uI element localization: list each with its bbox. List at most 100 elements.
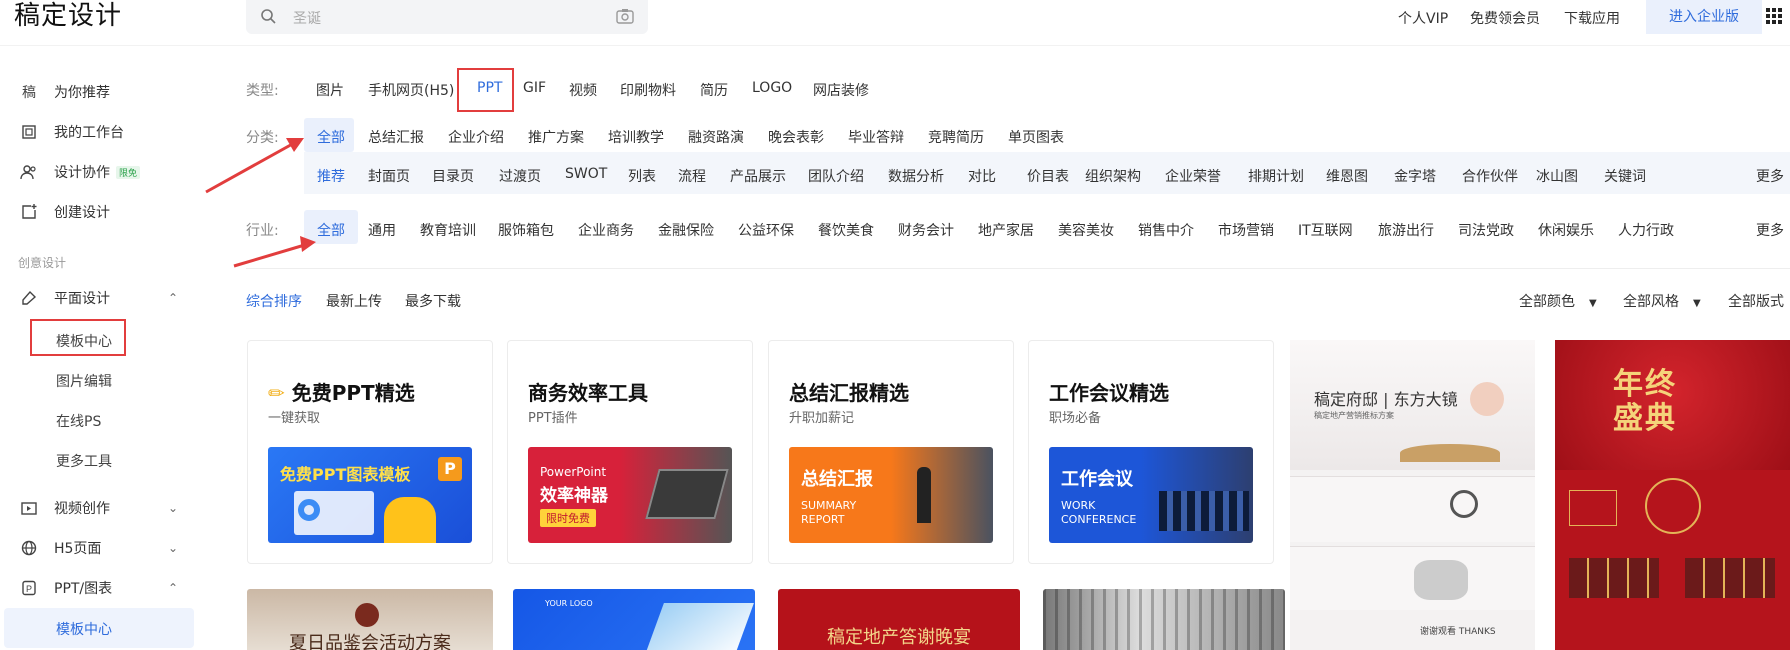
sidebar-sub-more-tools[interactable]: 更多工具 <box>56 451 112 471</box>
subcategory-item-11[interactable]: 价目表 <box>1027 166 1069 186</box>
industry-item-9[interactable]: 地产家居 <box>978 220 1034 240</box>
sidebar-sub-ppt-template-center[interactable]: 模板中心 <box>56 619 112 639</box>
search-box[interactable]: 圣诞 <box>246 0 648 34</box>
subcategory-item-8[interactable]: 团队介绍 <box>808 166 864 186</box>
type-gif[interactable]: GIF <box>523 80 546 96</box>
category-item-5[interactable]: 融资路演 <box>688 127 744 147</box>
subcategory-item-5[interactable]: 列表 <box>628 166 656 186</box>
enterprise-button[interactable]: 进入企业版 <box>1646 0 1762 34</box>
industry-more[interactable]: 更多 <box>1756 220 1784 240</box>
subcategory-item-10[interactable]: 对比 <box>968 166 996 186</box>
industry-item-5[interactable]: 金融保险 <box>658 220 714 240</box>
chevron-down-icon[interactable]: ⌄ <box>168 541 178 555</box>
type-resume[interactable]: 简历 <box>700 80 728 100</box>
subcategory-item-7[interactable]: 产品展示 <box>730 166 786 186</box>
nav-personal-vip[interactable]: 个人VIP <box>1398 8 1448 28</box>
industry-item-3[interactable]: 服饰箱包 <box>498 220 554 240</box>
chevron-up-icon[interactable]: ⌃ <box>168 581 178 595</box>
type-shop[interactable]: 网店装修 <box>813 80 869 100</box>
sidebar-item-create[interactable]: 创建设计 <box>20 198 110 226</box>
subcategory-item-19[interactable]: 关键词 <box>1604 166 1646 186</box>
subcategory-item-3[interactable]: 过渡页 <box>499 166 541 186</box>
sidebar-item-flat-design[interactable]: 平面设计 <box>20 284 110 312</box>
sort-most-download[interactable]: 最多下载 <box>405 291 461 311</box>
category-item-4[interactable]: 培训教学 <box>608 127 664 147</box>
industry-item-7[interactable]: 餐饮美食 <box>818 220 874 240</box>
type-image[interactable]: 图片 <box>316 80 344 100</box>
sidebar-sub-online-ps[interactable]: 在线PS <box>56 411 101 431</box>
category-item-2[interactable]: 企业介绍 <box>448 127 504 147</box>
industry-item-2[interactable]: 教育培训 <box>420 220 476 240</box>
category-item-0[interactable]: 全部 <box>317 127 345 147</box>
nav-download-app[interactable]: 下载应用 <box>1564 8 1620 28</box>
subcategory-item-9[interactable]: 数据分析 <box>888 166 944 186</box>
sidebar-item-workspace[interactable]: 我的工作台 <box>20 118 124 146</box>
color-dropdown[interactable]: 全部颜色 ▼ <box>1519 291 1597 311</box>
category-item-1[interactable]: 总结汇报 <box>368 127 424 147</box>
template-thumb[interactable]: 稿定地产答谢晚宴 <box>778 589 1020 650</box>
template-thumb[interactable]: YOUR LOGO <box>513 589 755 650</box>
subcategory-item-14[interactable]: 排期计划 <box>1248 166 1304 186</box>
sidebar-item-collab[interactable]: 设计协作 限免 <box>20 158 141 186</box>
style-dropdown[interactable]: 全部风格 ▼ <box>1623 291 1701 311</box>
subcategory-item-16[interactable]: 金字塔 <box>1394 166 1436 186</box>
subcategory-item-13[interactable]: 企业荣誉 <box>1165 166 1221 186</box>
template-thumb[interactable]: 夏日品鉴会活动方案 <box>247 589 493 650</box>
industry-item-17[interactable]: 人力行政 <box>1618 220 1674 240</box>
industry-item-11[interactable]: 销售中介 <box>1138 220 1194 240</box>
chevron-down-icon[interactable]: ⌄ <box>168 501 178 515</box>
feature-card[interactable]: 商务效率工具 PPT插件 PowerPoint 效率神器 限时免费 <box>507 340 753 564</box>
category-item-3[interactable]: 推广方案 <box>528 127 584 147</box>
subcategory-item-6[interactable]: 流程 <box>678 166 706 186</box>
industry-item-14[interactable]: 旅游出行 <box>1378 220 1434 240</box>
industry-item-1[interactable]: 通用 <box>368 220 396 240</box>
sidebar-item-video[interactable]: 视频创作 <box>20 494 110 522</box>
sort-newest[interactable]: 最新上传 <box>326 291 382 311</box>
sidebar-item-ppt[interactable]: P PPT/图表 <box>20 574 112 602</box>
subcategory-item-17[interactable]: 合作伙伴 <box>1462 166 1518 186</box>
category-item-7[interactable]: 毕业答辩 <box>848 127 904 147</box>
subcategory-item-2[interactable]: 目录页 <box>432 166 474 186</box>
type-print[interactable]: 印刷物料 <box>620 80 676 100</box>
subcategory-item-0[interactable]: 推荐 <box>317 166 345 186</box>
type-logo[interactable]: LOGO <box>752 80 792 96</box>
industry-item-8[interactable]: 财务会计 <box>898 220 954 240</box>
subcategory-item-12[interactable]: 组织架构 <box>1085 166 1141 186</box>
search-input[interactable]: 圣诞 <box>293 8 321 28</box>
industry-item-15[interactable]: 司法党政 <box>1458 220 1514 240</box>
category-item-8[interactable]: 竞聘简历 <box>928 127 984 147</box>
fan-decoration <box>1400 444 1500 462</box>
logo[interactable]: 稿定设计 <box>14 0 122 32</box>
sidebar-sub-image-edit[interactable]: 图片编辑 <box>56 371 112 391</box>
industry-item-10[interactable]: 美容美妆 <box>1058 220 1114 240</box>
industry-item-0[interactable]: 全部 <box>317 220 345 240</box>
template-thumb-newyear[interactable]: 年终盛典 <box>1555 340 1790 650</box>
type-h5[interactable]: 手机网页(H5) <box>368 80 454 100</box>
industry-item-13[interactable]: IT互联网 <box>1298 220 1353 240</box>
feature-card[interactable]: ✏ 免费PPT精选 一键获取 免费PPT图表模板 P <box>247 340 493 564</box>
sort-comprehensive[interactable]: 综合排序 <box>246 291 302 311</box>
category-item-9[interactable]: 单页图表 <box>1008 127 1064 147</box>
industry-item-4[interactable]: 企业商务 <box>578 220 634 240</box>
type-video[interactable]: 视频 <box>569 80 597 100</box>
camera-icon[interactable] <box>616 8 634 24</box>
layout-dropdown[interactable]: 全部版式 <box>1728 291 1784 311</box>
subcategory-item-1[interactable]: 封面页 <box>368 166 410 186</box>
subcategory-item-4[interactable]: SWOT <box>565 166 607 182</box>
subcategory-item-18[interactable]: 冰山图 <box>1536 166 1578 186</box>
feature-card[interactable]: 工作会议精选 职场必备 工作会议 WORK CONFERENCE <box>1028 340 1274 564</box>
template-thumb-estate[interactable]: 稿定府邸 | 东方大镜 稿定地产营销推标方案 谢谢观看 THANKS <box>1290 340 1535 650</box>
apps-grid-icon[interactable] <box>1766 8 1782 24</box>
subcategory-item-15[interactable]: 维恩图 <box>1326 166 1368 186</box>
chevron-up-icon[interactable]: ⌃ <box>168 291 178 305</box>
category-item-6[interactable]: 晚会表彰 <box>768 127 824 147</box>
industry-item-6[interactable]: 公益环保 <box>738 220 794 240</box>
template-thumb[interactable] <box>1043 589 1285 650</box>
nav-free-member[interactable]: 免费领会员 <box>1470 8 1540 28</box>
sidebar-item-recommend[interactable]: 稿为你推荐 <box>20 78 110 106</box>
sidebar-item-h5[interactable]: H5页面 <box>20 534 101 562</box>
feature-card[interactable]: 总结汇报精选 升职加薪记 总结汇报 SUMMARY REPORT <box>768 340 1014 564</box>
industry-item-16[interactable]: 休闲娱乐 <box>1538 220 1594 240</box>
subcategory-more[interactable]: 更多 <box>1756 166 1784 186</box>
industry-item-12[interactable]: 市场营销 <box>1218 220 1274 240</box>
